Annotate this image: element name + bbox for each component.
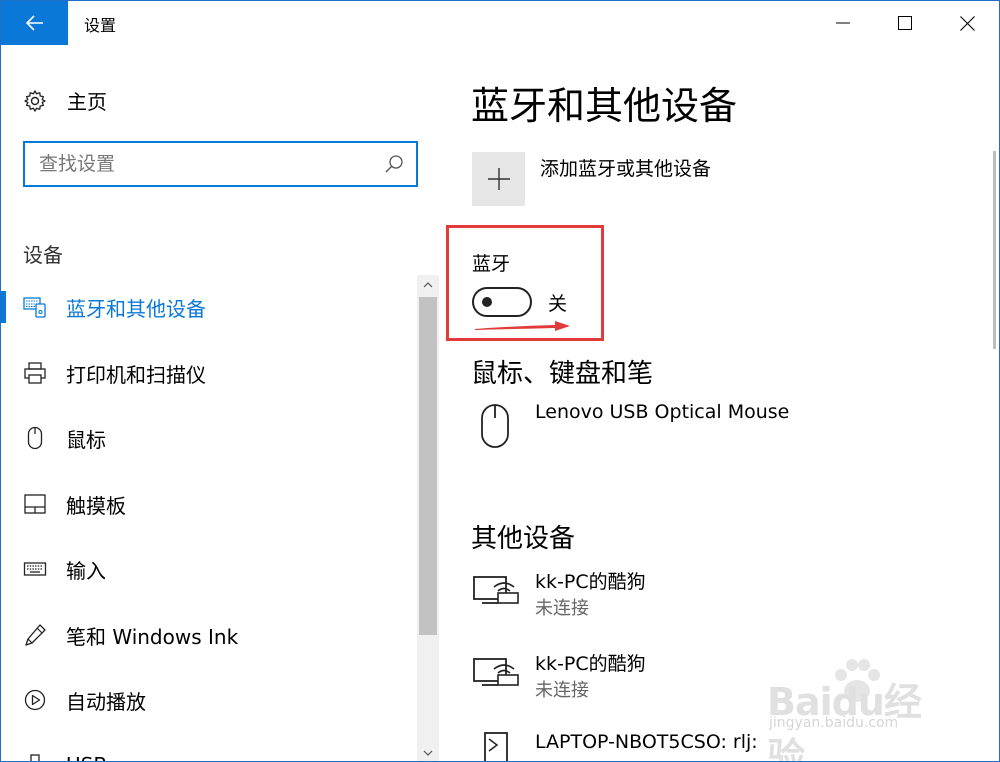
sidebar-scrollbar[interactable] <box>417 275 439 761</box>
annotation-arrow-icon <box>475 321 570 331</box>
autoplay-icon <box>23 688 47 712</box>
main-scrollbar[interactable] <box>993 151 996 349</box>
section-heading-other-devices: 其他设备 <box>471 524 576 554</box>
back-button[interactable] <box>1 1 68 45</box>
sidebar-item-label: 打印机和扫描仪 <box>66 362 206 387</box>
chevron-up-icon <box>423 282 433 288</box>
sidebar-item-touchpad[interactable]: 触摸板 <box>1 472 415 536</box>
pen-icon <box>23 623 47 647</box>
window-title: 设置 <box>84 16 117 35</box>
back-arrow-icon <box>25 15 43 31</box>
laptop-device-icon <box>477 731 513 761</box>
sidebar-item-label: 输入 <box>66 558 106 583</box>
sidebar-item-pen[interactable]: 笔和 Windows Ink <box>1 603 415 667</box>
mouse-device-icon <box>477 403 513 453</box>
scrollbar-thumb[interactable] <box>419 297 437 635</box>
search-box[interactable] <box>23 141 418 187</box>
sidebar-nav: 蓝牙和其他设备 打印机和扫描仪 鼠标 触摸板 输入 笔和 Windows Ink… <box>1 275 415 761</box>
page-title: 蓝牙和其他设备 <box>471 84 738 128</box>
device-name[interactable]: kk-PC的酷狗 <box>535 649 646 676</box>
bluetooth-state-label: 关 <box>548 293 568 315</box>
sidebar-item-label: 自动播放 <box>66 689 146 714</box>
maximize-icon <box>898 16 912 30</box>
section-heading-mouse-keyboard-pen: 鼠标、键盘和笔 <box>471 359 654 389</box>
sidebar-item-label: 鼠标 <box>66 427 106 452</box>
device-status: 未连接 <box>535 680 589 701</box>
search-input[interactable] <box>25 143 380 185</box>
sidebar-item-autoplay[interactable]: 自动播放 <box>1 668 415 732</box>
bluetooth-label: 蓝牙 <box>472 253 511 275</box>
sidebar-item-printers[interactable]: 打印机和扫描仪 <box>1 341 415 405</box>
add-device-button[interactable] <box>472 152 525 206</box>
home-label: 主页 <box>67 90 107 114</box>
title-bar: 设置 <box>1 1 999 45</box>
device-name[interactable]: kk-PC的酷狗 <box>535 567 646 594</box>
device-name[interactable]: LAPTOP-NBOT5CSO: rlj: <box>535 731 758 753</box>
baidu-watermark: Baidu经验 jingyan.baidu.com <box>757 655 957 761</box>
sidebar-item-mouse[interactable]: 鼠标 <box>1 406 415 470</box>
plus-icon <box>487 168 510 190</box>
sidebar-item-label: 触摸板 <box>66 493 126 518</box>
device-status: 未连接 <box>535 598 589 619</box>
usb-icon <box>23 753 47 761</box>
sidebar-item-label: 笔和 Windows Ink <box>66 624 239 649</box>
keyboard-icon <box>23 557 47 581</box>
scroll-down-button[interactable] <box>417 743 439 761</box>
mouse-icon <box>23 426 47 450</box>
printer-icon <box>23 361 47 385</box>
sidebar-item-typing[interactable]: 输入 <box>1 537 415 601</box>
settings-window: 设置 主页 设备 <box>0 0 1000 762</box>
section-heading-devices: 设备 <box>23 243 63 267</box>
touchpad-icon <box>23 492 47 516</box>
sidebar-item-label: USB <box>66 753 107 761</box>
sidebar-item-bluetooth[interactable]: 蓝牙和其他设备 <box>1 275 415 339</box>
maximize-button[interactable] <box>874 1 936 45</box>
add-device-label[interactable]: 添加蓝牙或其他设备 <box>540 154 711 181</box>
close-button[interactable] <box>936 1 998 45</box>
home-link[interactable]: 主页 <box>23 86 107 115</box>
minimize-icon <box>836 22 850 24</box>
media-device-icon <box>472 571 520 611</box>
media-device-icon <box>472 653 520 693</box>
bluetooth-devices-icon <box>23 295 47 319</box>
scroll-up-button[interactable] <box>417 275 439 295</box>
search-icon[interactable] <box>384 154 404 174</box>
bluetooth-toggle[interactable] <box>472 287 532 317</box>
gear-icon <box>24 89 46 112</box>
active-indicator <box>1 291 6 323</box>
minimize-button[interactable] <box>812 1 874 45</box>
device-name[interactable]: Lenovo USB Optical Mouse <box>535 401 789 423</box>
sidebar-item-label: 蓝牙和其他设备 <box>66 296 206 321</box>
toggle-knob <box>482 297 492 307</box>
watermark-url: jingyan.baidu.com <box>769 715 899 731</box>
sidebar-item-usb[interactable]: USB <box>1 733 415 761</box>
chevron-down-icon <box>423 750 433 756</box>
close-icon <box>959 15 975 31</box>
